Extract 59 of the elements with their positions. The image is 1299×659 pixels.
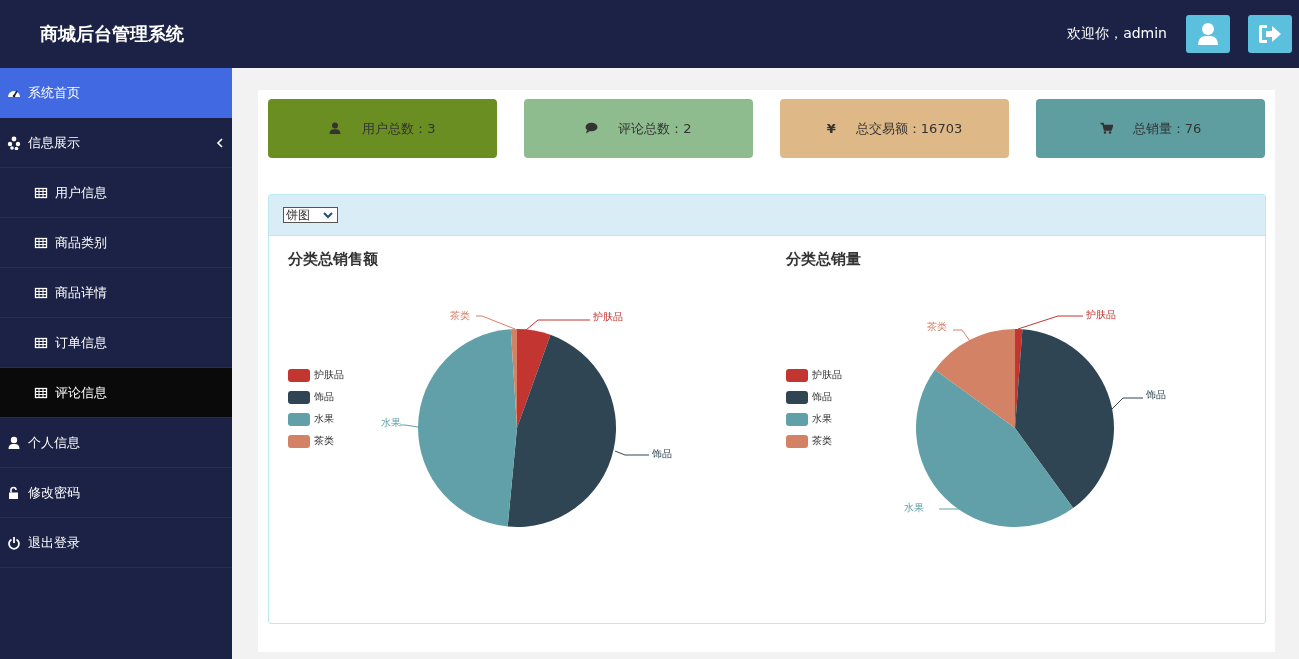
table-icon xyxy=(34,385,48,400)
leader-line xyxy=(399,424,419,428)
yen-icon: ¥ xyxy=(826,121,836,136)
slice-label: 茶类 xyxy=(927,321,947,332)
chart-title: 分类总销售额 xyxy=(288,250,379,270)
legend-label: 茶类 xyxy=(812,434,832,448)
user-icon xyxy=(7,435,21,450)
user-icon xyxy=(329,122,343,135)
stat-text: 评论总数：2 xyxy=(618,119,692,138)
cart-icon xyxy=(1099,122,1113,135)
stat-text: 总交易额：16703 xyxy=(855,119,963,138)
profile-button[interactable] xyxy=(1186,15,1230,53)
slice-label: 护肤品 xyxy=(1086,309,1116,320)
power-icon xyxy=(7,535,21,550)
chevron-down-icon xyxy=(323,211,333,219)
legend-label: 护肤品 xyxy=(812,368,842,382)
leader-line xyxy=(614,450,650,456)
sidebar-item[interactable]: 退出登录 xyxy=(0,518,232,568)
legend-label: 护肤品 xyxy=(314,368,344,382)
chart-title: 分类总销量 xyxy=(786,250,862,270)
slice-label: 水果 xyxy=(381,417,401,428)
legend-label: 水果 xyxy=(812,412,832,426)
welcome-text: 欢迎你，admin xyxy=(1067,25,1167,43)
sidebar-subitem[interactable]: 用户信息 xyxy=(0,168,232,218)
sidebar-item[interactable]: 信息展示 xyxy=(0,118,232,168)
app-title: 商城后台管理系统 xyxy=(40,22,184,46)
sidebar-item[interactable]: 修改密码 xyxy=(0,468,232,518)
table-icon xyxy=(34,235,48,250)
slice-label: 饰品 xyxy=(1146,389,1166,400)
logout-button[interactable] xyxy=(1248,15,1292,53)
table-icon xyxy=(34,185,48,200)
legend-label: 饰品 xyxy=(812,390,832,404)
stat-text: 用户总数：3 xyxy=(362,119,436,138)
slice-label: 水果 xyxy=(904,502,924,513)
slice-label: 护肤品 xyxy=(593,311,623,322)
slice-label: 茶类 xyxy=(450,310,470,321)
legend-label: 水果 xyxy=(314,412,334,426)
chevron-left-icon xyxy=(215,136,225,149)
sidebar-subitem[interactable]: 评论信息 xyxy=(0,368,232,418)
unlocked-padlock-icon xyxy=(7,485,21,500)
table-icon xyxy=(34,285,48,300)
flower-icon xyxy=(7,135,21,150)
leader-line xyxy=(475,315,516,330)
legend-label: 饰品 xyxy=(314,390,334,404)
sidebar-subitem[interactable]: 商品详情 xyxy=(0,268,232,318)
leader-line xyxy=(1111,397,1144,410)
chart-type-select[interactable]: 饼图 xyxy=(283,207,338,223)
leader-line xyxy=(525,319,591,331)
slice-label: 饰品 xyxy=(652,448,672,459)
legend-label: 茶类 xyxy=(314,434,334,448)
stat-text: 总销量：76 xyxy=(1132,119,1202,138)
table-icon xyxy=(34,335,48,350)
sign-out-icon xyxy=(1258,23,1282,45)
user-icon xyxy=(1197,22,1219,46)
sidebar-item[interactable]: 个人信息 xyxy=(0,418,232,468)
sidebar-item[interactable]: 系统首页 xyxy=(0,68,232,118)
sidebar-subitem[interactable]: 商品类别 xyxy=(0,218,232,268)
leader-line xyxy=(1017,315,1084,330)
speech-bubble-icon xyxy=(585,122,599,135)
